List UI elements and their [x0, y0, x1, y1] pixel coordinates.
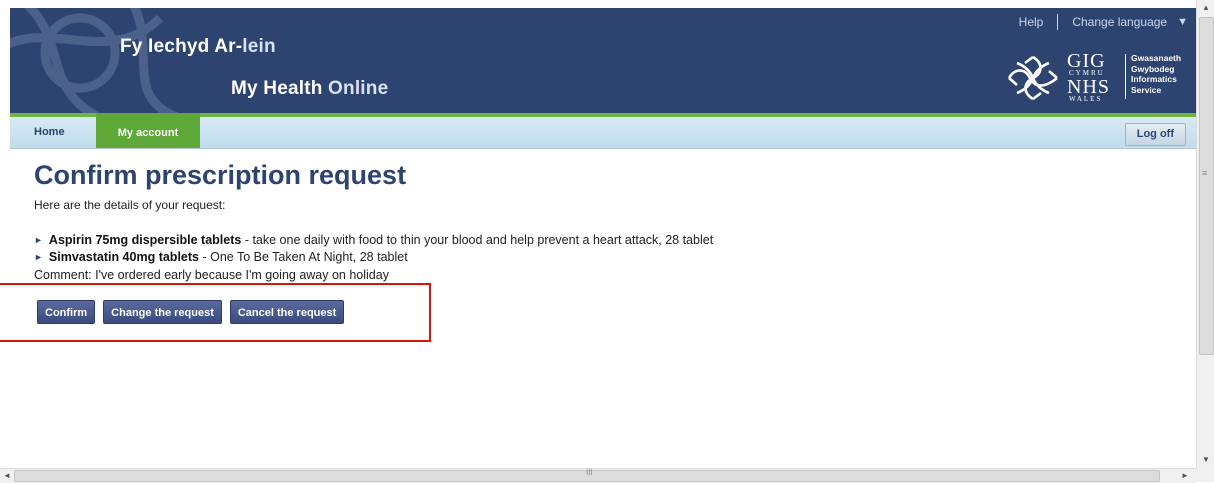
brand-welsh-highlight: lein [242, 36, 276, 57]
prescription-item-list: ► Aspirin 75mg dispersible tablets - take… [34, 232, 713, 266]
help-link[interactable]: Help [1019, 15, 1044, 29]
brand-en-part: My Health [231, 78, 329, 99]
brand-en-highlight: Online [328, 78, 389, 99]
request-intro-text: Here are the details of your request: [34, 198, 226, 212]
horizontal-scrollbar[interactable]: ◄ III ► [0, 468, 1196, 483]
nhs-wales-emblem-icon [1007, 55, 1058, 101]
scroll-down-arrow-icon[interactable]: ▼ [1197, 452, 1214, 468]
scrollbar-corner [1196, 468, 1214, 482]
log-off-button[interactable]: Log off [1124, 123, 1186, 146]
medication-name: Aspirin 75mg dispersible tablets [48, 233, 242, 247]
top-links-divider [1057, 14, 1059, 30]
nhs-informatics-logo: GIG CYMRU NHS WALES Gwasanaeth Gwybodeg … [1005, 51, 1190, 105]
main-navigation: Home My account Log off [10, 113, 1196, 149]
scroll-up-arrow-icon[interactable]: ▲ [1197, 0, 1214, 16]
logo-divider [1125, 54, 1126, 99]
scroll-grip-icon: III [586, 468, 593, 477]
service-line: Service [1131, 84, 1162, 95]
list-item: ► Simvastatin 40mg tablets - One To Be Ta… [34, 249, 713, 266]
top-links: Help Change language ▼ [1019, 14, 1188, 30]
confirm-button[interactable]: Confirm [37, 300, 96, 324]
service-line: Gwasanaeth [1131, 53, 1182, 63]
action-buttons: Confirm Change the request Cancel the re… [37, 300, 352, 324]
brand-title-welsh[interactable]: Fy Iechyd Ar-lein [120, 36, 276, 58]
tab-home[interactable]: Home [22, 117, 77, 148]
tab-my-account[interactable]: My account [96, 113, 200, 148]
scroll-right-arrow-icon[interactable]: ► [1181, 469, 1189, 483]
celtic-knot-decoration [10, 8, 180, 113]
triangle-bullet-icon: ► [34, 252, 43, 262]
change-request-button[interactable]: Change the request [103, 300, 222, 324]
scroll-grip-icon: ≡ [1202, 168, 1208, 178]
brand-title-english[interactable]: My Health Online [231, 78, 388, 100]
gig-text: GIG [1067, 50, 1106, 72]
browser-viewport: Fy Iechyd Ar-lein My Health Online Help … [0, 0, 1196, 468]
medication-detail: - One To Be Taken At Night, 28 tablet [198, 250, 408, 264]
cancel-request-button[interactable]: Cancel the request [229, 300, 345, 324]
nhs-letters: GIG CYMRU NHS WALES [1067, 51, 1110, 103]
vertical-scrollbar[interactable]: ▲ ≡ ▼ [1196, 0, 1214, 468]
change-language-link[interactable]: Change language [1072, 15, 1167, 29]
vertical-scroll-thumb[interactable] [1199, 17, 1214, 355]
scroll-left-arrow-icon[interactable]: ◄ [3, 469, 11, 483]
brand-welsh-part: Fy Iechyd Ar- [120, 36, 243, 57]
chevron-down-icon[interactable]: ▼ [1177, 16, 1188, 28]
service-line: Informatics [1131, 74, 1177, 84]
request-comment: Comment: I've ordered early because I'm … [34, 268, 389, 282]
medication-name: Simvastatin 40mg tablets [48, 250, 199, 264]
informatics-service-text: Gwasanaeth Gwybodeg Informatics Service [1131, 53, 1181, 95]
medication-detail: - take one daily with food to thin your … [241, 233, 714, 247]
list-item: ► Aspirin 75mg dispersible tablets - take… [34, 232, 713, 249]
nhs-text: NHS [1067, 76, 1111, 98]
page-title: Confirm prescription request [34, 160, 407, 190]
triangle-bullet-icon: ► [34, 235, 43, 245]
site-header: Fy Iechyd Ar-lein My Health Online Help … [10, 8, 1196, 113]
service-line: Gwybodeg [1131, 63, 1175, 74]
